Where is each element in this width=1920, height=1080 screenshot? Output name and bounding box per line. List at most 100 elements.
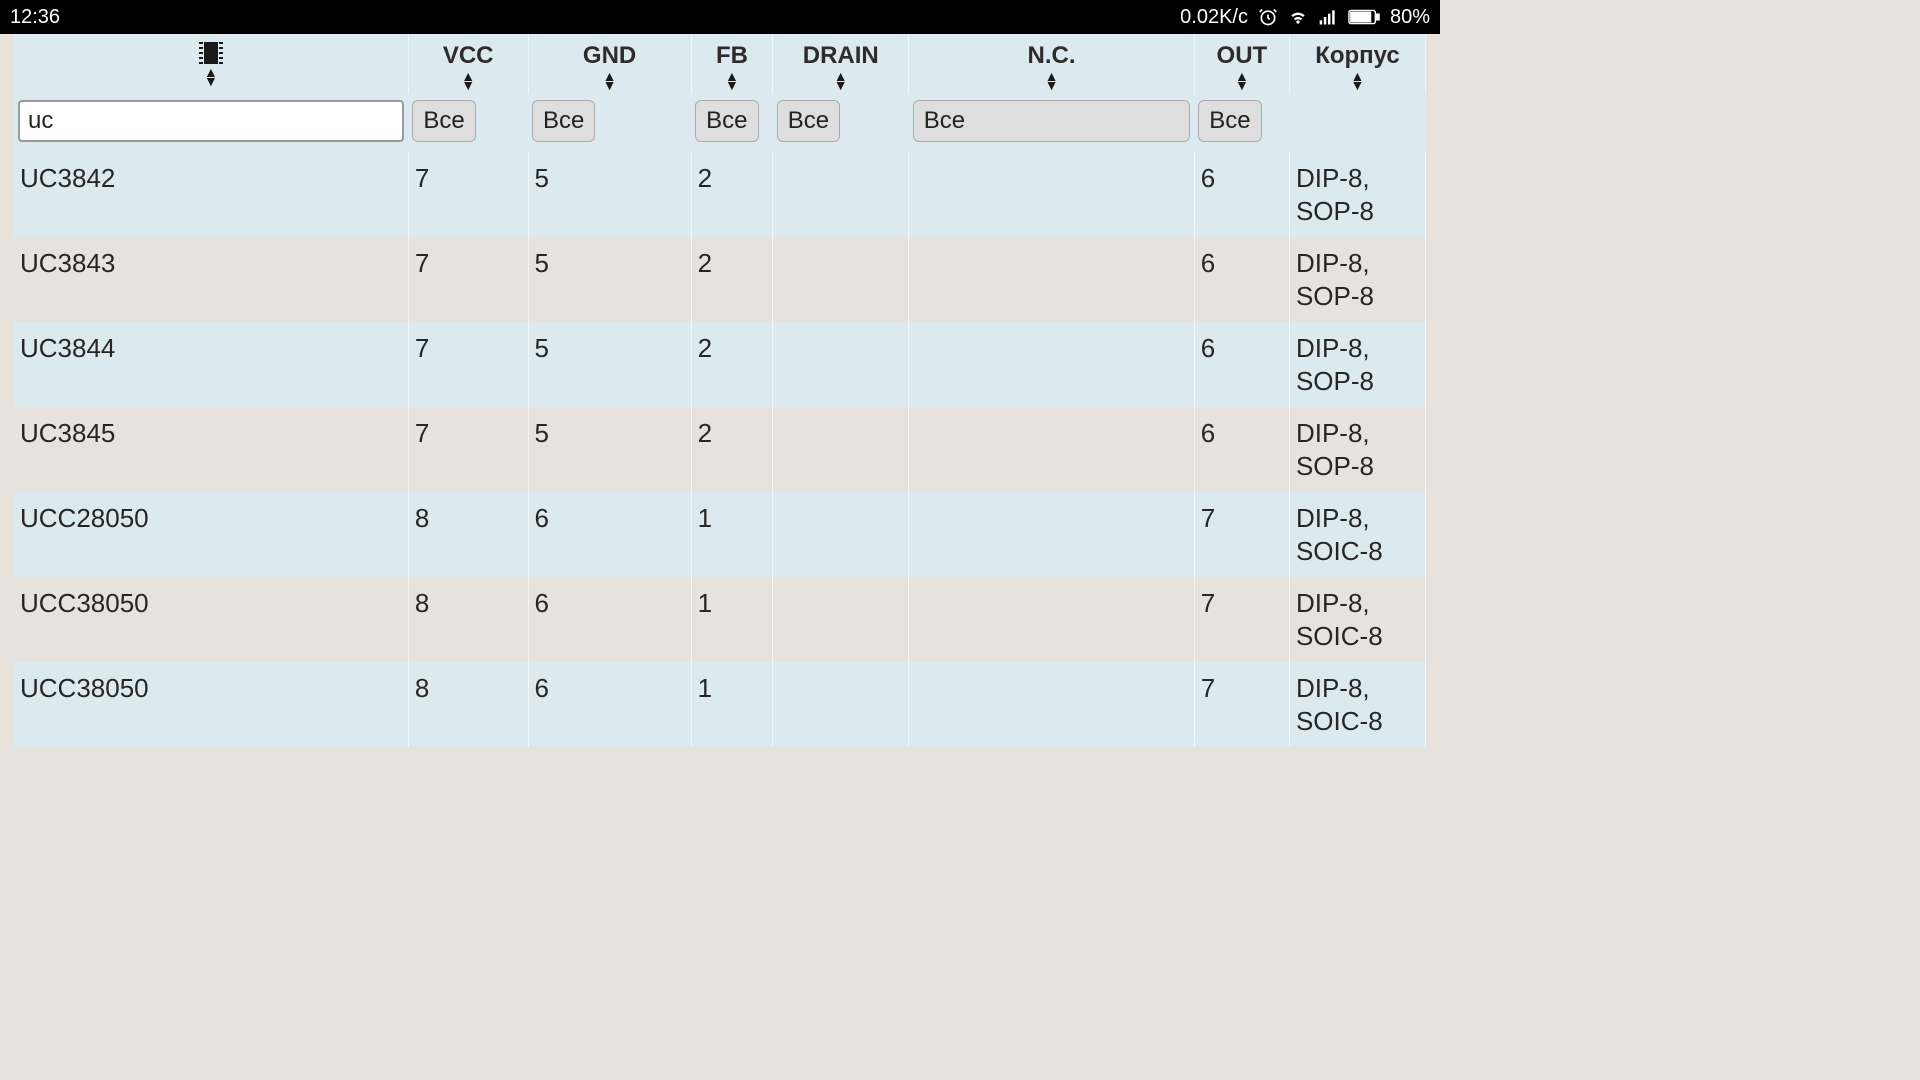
cell-name: UC3844: [14, 322, 408, 407]
filter-vcc-button[interactable]: Все: [412, 100, 475, 142]
sort-icon: ▲▼: [1351, 72, 1365, 90]
cell-drain: [773, 322, 909, 407]
cell-vcc: 7: [408, 237, 528, 322]
sort-icon: ▲▼: [725, 72, 739, 90]
col-label-nc: N.C.: [1028, 42, 1076, 70]
cell-package: DIP-8, SOP-8: [1289, 152, 1425, 237]
cell-out: 6: [1194, 322, 1289, 407]
col-header-nc[interactable]: N.C. ▲▼: [909, 34, 1195, 94]
cell-fb: 2: [691, 322, 773, 407]
cell-nc: [909, 662, 1195, 747]
cell-name: UCC38050: [14, 577, 408, 662]
cell-name: UCC38050: [14, 662, 408, 747]
cell-gnd: 6: [528, 662, 691, 747]
table-container: ▲▼ VCC ▲▼ GND ▲▼ FB ▲▼ DRAIN ▲▼ N.C. ▲▼: [0, 34, 1440, 747]
col-label-gnd: GND: [583, 42, 636, 70]
table-row[interactable]: UC38427526DIP-8, SOP-8: [14, 152, 1426, 237]
filter-row: Все Все Все Все Все Все: [14, 94, 1426, 152]
col-header-package[interactable]: Корпус ▲▼: [1289, 34, 1425, 94]
cell-gnd: 5: [528, 152, 691, 237]
cell-nc: [909, 152, 1195, 237]
statusbar-right: 0.02K/c 80%: [1180, 6, 1430, 29]
cell-drain: [773, 152, 909, 237]
cell-out: 7: [1194, 662, 1289, 747]
cell-vcc: 7: [408, 152, 528, 237]
col-label-out: OUT: [1217, 42, 1268, 70]
cell-drain: [773, 407, 909, 492]
table-row[interactable]: UCC280508617DIP-8, SOIC-8: [14, 492, 1426, 577]
cell-fb: 1: [691, 662, 773, 747]
chip-icon: [204, 42, 218, 64]
cell-gnd: 5: [528, 237, 691, 322]
cell-package: DIP-8, SOIC-8: [1289, 492, 1425, 577]
cell-name: UC3843: [14, 237, 408, 322]
col-header-chip[interactable]: ▲▼: [14, 34, 408, 94]
cell-nc: [909, 237, 1195, 322]
statusbar-battery-pct: 80%: [1390, 6, 1430, 29]
cell-gnd: 6: [528, 492, 691, 577]
cell-vcc: 7: [408, 407, 528, 492]
android-statusbar: 12:36 0.02K/c 80%: [0, 0, 1440, 34]
table-row[interactable]: UCC380508617DIP-8, SOIC-8: [14, 577, 1426, 662]
table-row[interactable]: UC3844752 6DIP-8, SOP-8: [14, 322, 1426, 407]
table-row[interactable]: UC3843752 6DIP-8, SOP-8: [14, 237, 1426, 322]
filter-nc-button[interactable]: Все: [913, 100, 1191, 142]
table-body: UC38427526DIP-8, SOP-8UC38437526DIP-8, S…: [14, 152, 1426, 747]
cell-out: 6: [1194, 237, 1289, 322]
cell-vcc: 7: [408, 322, 528, 407]
cell-fb: 2: [691, 237, 773, 322]
col-header-vcc[interactable]: VCC ▲▼: [408, 34, 528, 94]
cell-gnd: 5: [528, 407, 691, 492]
col-header-gnd[interactable]: GND ▲▼: [528, 34, 691, 94]
cell-out: 6: [1194, 407, 1289, 492]
cell-drain: [773, 577, 909, 662]
cell-nc: [909, 322, 1195, 407]
cell-drain: [773, 492, 909, 577]
col-header-drain[interactable]: DRAIN ▲▼: [773, 34, 909, 94]
header-row: ▲▼ VCC ▲▼ GND ▲▼ FB ▲▼ DRAIN ▲▼ N.C. ▲▼: [14, 34, 1426, 94]
cell-name: UC3845: [14, 407, 408, 492]
cell-name: UCC28050: [14, 492, 408, 577]
col-header-out[interactable]: OUT ▲▼: [1194, 34, 1289, 94]
filter-fb-button[interactable]: Все: [695, 100, 758, 142]
cell-out: 7: [1194, 577, 1289, 662]
cell-vcc: 8: [408, 577, 528, 662]
cell-drain: [773, 662, 909, 747]
battery-icon: [1348, 9, 1380, 25]
cell-package: DIP-8, SOP-8: [1289, 407, 1425, 492]
col-label-package: Корпус: [1315, 42, 1400, 70]
cell-nc: [909, 577, 1195, 662]
cell-package: DIP-8, SOIC-8: [1289, 662, 1425, 747]
cell-package: DIP-8, SOP-8: [1289, 322, 1425, 407]
cell-nc: [909, 407, 1195, 492]
sort-icon: ▲▼: [1235, 72, 1249, 90]
cell-out: 7: [1194, 492, 1289, 577]
sort-icon: ▲▼: [1045, 72, 1059, 90]
table-row[interactable]: UC3845752 6DIP-8, SOP-8: [14, 407, 1426, 492]
cell-vcc: 8: [408, 662, 528, 747]
cell-fb: 2: [691, 152, 773, 237]
cell-drain: [773, 237, 909, 322]
signal-icon: [1318, 7, 1338, 27]
wifi-icon: [1288, 7, 1308, 27]
cell-nc: [909, 492, 1195, 577]
cell-gnd: 5: [528, 322, 691, 407]
search-input[interactable]: [18, 100, 404, 142]
alarm-icon: [1258, 7, 1278, 27]
cell-fb: 2: [691, 407, 773, 492]
table-row[interactable]: UCC38050861 7DIP-8, SOIC-8: [14, 662, 1426, 747]
filter-out-button[interactable]: Все: [1198, 100, 1261, 142]
col-label-fb: FB: [716, 42, 748, 70]
col-header-fb[interactable]: FB ▲▼: [691, 34, 773, 94]
sort-icon: ▲▼: [204, 68, 218, 86]
col-label-drain: DRAIN: [803, 42, 879, 70]
filter-gnd-button[interactable]: Все: [532, 100, 595, 142]
cell-package: DIP-8, SOP-8: [1289, 237, 1425, 322]
cell-package: DIP-8, SOIC-8: [1289, 577, 1425, 662]
sort-icon: ▲▼: [461, 72, 475, 90]
sort-icon: ▲▼: [834, 72, 848, 90]
filter-drain-button[interactable]: Все: [777, 100, 840, 142]
cell-out: 6: [1194, 152, 1289, 237]
cell-fb: 1: [691, 577, 773, 662]
cell-fb: 1: [691, 492, 773, 577]
